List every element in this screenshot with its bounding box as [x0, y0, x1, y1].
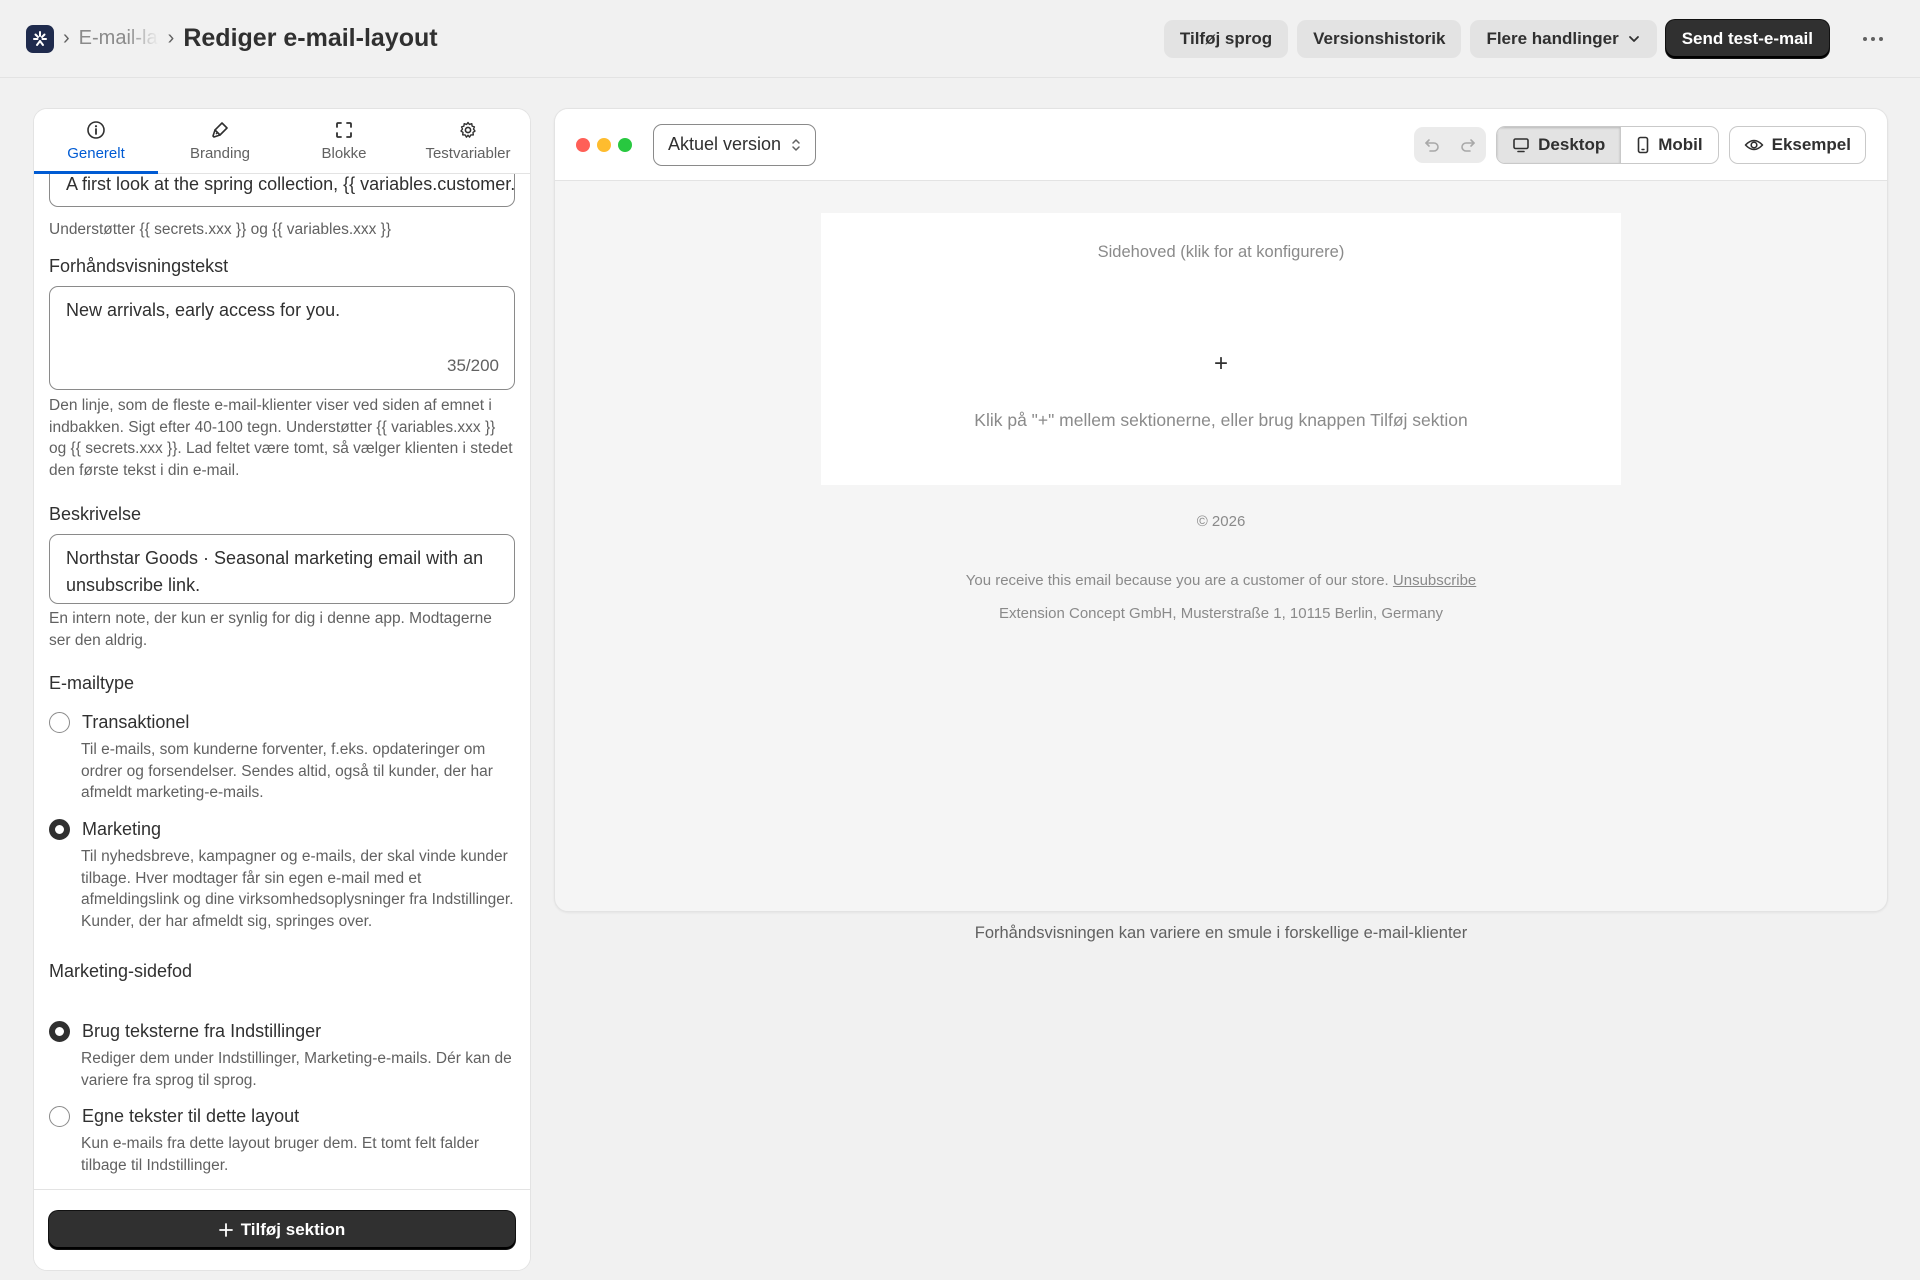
- preview-toolbar-actions: Desktop Mobil Eksempel: [1414, 125, 1866, 164]
- desktop-view-button[interactable]: Desktop: [1497, 126, 1621, 163]
- preview-text-value: New arrivals, early access for you.: [66, 300, 341, 320]
- select-chevron-icon: [792, 138, 800, 151]
- window-maximize-dot-icon: [618, 137, 632, 152]
- breadcrumb-separator-icon: ›: [167, 27, 175, 49]
- settings-panel: Generelt Branding Blokke Testvariabler A…: [33, 108, 531, 1271]
- radio-button-checked[interactable]: [49, 1021, 70, 1042]
- undo-redo-group: [1414, 126, 1487, 163]
- header-actions: Tilføj sprog Versionshistorik Flere hand…: [1163, 19, 1894, 58]
- subject-input[interactable]: A first look at the spring collection, {…: [49, 174, 515, 207]
- window-minimize-dot-icon: [597, 137, 611, 152]
- breadcrumb-parent-link[interactable]: E-mail-layouts: [79, 27, 159, 50]
- email-canvas[interactable]: Sidehoved (klik for at konfigurere) + Kl…: [821, 213, 1621, 485]
- description-label: Beskrivelse: [49, 504, 142, 524]
- desktop-view-label: Desktop: [1538, 134, 1606, 154]
- email-company-address: Extension Concept GmbH, Musterstraße 1, …: [998, 605, 1444, 622]
- chevron-down-icon: [1628, 35, 1639, 42]
- overflow-menu-button[interactable]: [1852, 20, 1894, 58]
- tab-branding-label: Branding: [189, 145, 251, 162]
- version-history-button[interactable]: Versionshistorik: [1297, 19, 1462, 58]
- settings-tabs: Generelt Branding Blokke Testvariabler: [34, 109, 530, 174]
- radio-custom-texts-help: Kun e-mails fra dette layout bruger dem.…: [81, 1135, 480, 1174]
- mobile-icon: [1637, 136, 1649, 153]
- tab-test-variables[interactable]: Testvariabler: [406, 109, 530, 173]
- send-test-email-button[interactable]: Send test-e-mail: [1665, 19, 1829, 58]
- radio-transactional[interactable]: Transaktionel Til e-mails, som kunderne …: [49, 712, 515, 804]
- empty-state-hint: Klik på "+" mellem sektionerne, eller br…: [974, 410, 1468, 430]
- example-preview-button[interactable]: Eksempel: [1728, 125, 1866, 164]
- radio-use-settings-label: Brug teksterne fra Indstillinger: [82, 1021, 322, 1041]
- email-header-placeholder[interactable]: Sidehoved (klik for at konfigurere): [821, 243, 1621, 262]
- tab-blocks[interactable]: Blokke: [282, 109, 406, 173]
- blocks-icon: [336, 122, 352, 138]
- radio-button-checked[interactable]: [49, 819, 70, 840]
- email-copyright: © 2026: [1196, 513, 1246, 530]
- marketing-footer-label: Marketing-sidefod: [49, 961, 193, 981]
- email-footer-notice: You receive this email because you are a…: [555, 572, 1887, 589]
- app-logo-icon[interactable]: [26, 24, 54, 53]
- ellipsis-icon: [1863, 36, 1883, 41]
- mobile-view-button[interactable]: Mobil: [1620, 126, 1717, 163]
- radio-use-settings-help: Rediger dem under Indstillinger, Marketi…: [81, 1050, 512, 1089]
- email-footer-text: You receive this email because you are a…: [965, 572, 1389, 589]
- add-section-label: Tilføj sektion: [240, 1220, 346, 1239]
- device-toggle: Desktop Mobil: [1496, 125, 1719, 164]
- radio-transactional-label: Transaktionel: [82, 712, 190, 732]
- more-actions-button[interactable]: Flere handlinger: [1470, 19, 1657, 58]
- radio-marketing-help: Til nyhedsbreve, kampagner og e-mails, d…: [81, 848, 514, 930]
- description-help: En intern note, der kun er synlig for di…: [49, 610, 492, 649]
- description-input[interactable]: Northstar Goods · Seasonal marketing ema…: [49, 534, 515, 604]
- plus-icon: [218, 1223, 233, 1237]
- unsubscribe-link[interactable]: Unsubscribe: [1393, 572, 1476, 589]
- radio-button[interactable]: [49, 1106, 70, 1127]
- radio-button[interactable]: [49, 712, 70, 733]
- info-icon: [87, 121, 105, 139]
- desktop-icon: [1513, 137, 1529, 152]
- tab-blocks-label: Blokke: [321, 145, 367, 162]
- page-title: Rediger e-mail-layout: [183, 24, 438, 52]
- undo-icon: [1425, 138, 1439, 152]
- settings-scroll-area[interactable]: A first look at the spring collection, {…: [34, 174, 530, 1191]
- tab-general-label: Generelt: [67, 145, 125, 162]
- radio-custom-texts[interactable]: Egne tekster til dette layout Kun e-mail…: [49, 1106, 515, 1176]
- undo-button[interactable]: [1414, 127, 1450, 163]
- subject-help-text: Understøtter {{ secrets.xxx }} og {{ var…: [49, 221, 392, 238]
- preview-toolbar: Aktuel version Desktop Mobil Eksempel: [555, 109, 1887, 181]
- redo-button[interactable]: [1450, 127, 1486, 163]
- paint-brush-icon: [212, 122, 228, 138]
- tab-test-variables-label: Testvariabler: [425, 145, 511, 162]
- radio-transactional-help: Til e-mails, som kunderne forventer, f.e…: [81, 741, 493, 801]
- email-type-label: E-mailtype: [49, 673, 135, 693]
- add-block-plus-icon[interactable]: +: [821, 350, 1621, 378]
- add-section-button[interactable]: Tilføj sektion: [49, 1211, 515, 1249]
- description-value: Northstar Goods · Seasonal marketing ema…: [66, 548, 484, 595]
- version-select[interactable]: Aktuel version: [653, 123, 817, 166]
- preview-text-help: Den linje, som de fleste e-mail-klienter…: [49, 397, 513, 479]
- radio-marketing-label: Marketing: [82, 819, 162, 839]
- panel-footer: Tilføj sektion: [34, 1189, 530, 1270]
- preview-text-label: Forhåndsvisningstekst: [49, 256, 229, 276]
- preview-disclaimer: Forhåndsvisningen kan variere en smule i…: [974, 924, 1468, 942]
- redo-icon: [1461, 138, 1475, 152]
- preview-text-input[interactable]: New arrivals, early access for you. 35/2…: [49, 286, 515, 390]
- email-preview-panel: Aktuel version Desktop Mobil Eksempel Si…: [554, 108, 1888, 912]
- version-select-value: Aktuel version: [668, 134, 782, 154]
- eye-icon: [1744, 139, 1763, 150]
- character-counter: 35/200: [447, 356, 499, 375]
- window-close-dot-icon: [576, 137, 590, 152]
- mobile-view-label: Mobil: [1658, 134, 1703, 154]
- radio-marketing[interactable]: Marketing Til nyhedsbreve, kampagner og …: [49, 819, 515, 932]
- top-bar: › E-mail-layouts › Rediger e-mail-layout…: [0, 0, 1920, 78]
- breadcrumb-separator-icon: ›: [63, 27, 70, 49]
- tab-branding[interactable]: Branding: [158, 109, 282, 173]
- gear-icon: [460, 121, 476, 138]
- more-actions-label: Flere handlinger: [1486, 28, 1619, 48]
- radio-custom-texts-label: Egne tekster til dette layout: [82, 1106, 300, 1126]
- radio-use-settings-texts[interactable]: Brug teksterne fra Indstillinger Rediger…: [49, 1021, 515, 1091]
- tab-general[interactable]: Generelt: [34, 109, 158, 174]
- example-label: Eksempel: [1771, 134, 1851, 154]
- add-language-button[interactable]: Tilføj sprog: [1163, 19, 1289, 58]
